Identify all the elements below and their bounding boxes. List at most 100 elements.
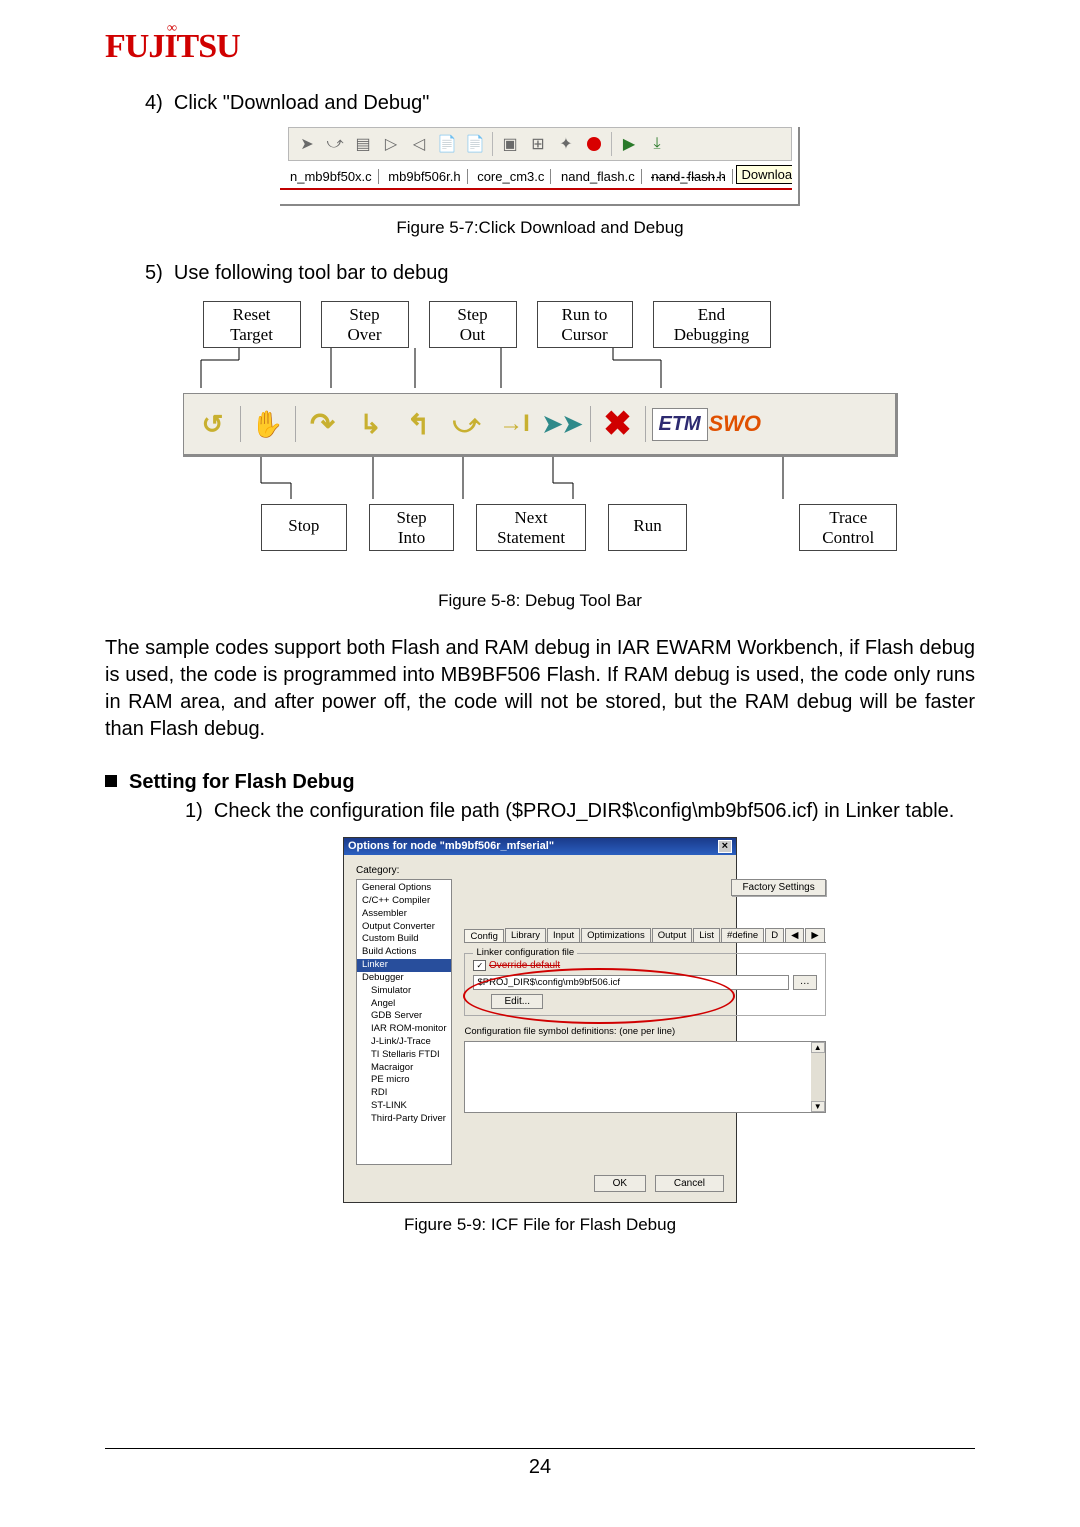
connector-lines-bottom bbox=[183, 457, 898, 499]
tooltip-download-debug: Download and Debug bbox=[736, 165, 792, 184]
scrollbar[interactable]: ▲▼ bbox=[811, 1042, 825, 1112]
step-out-icon[interactable]: ↰ bbox=[398, 403, 440, 445]
browse-button[interactable]: … bbox=[793, 975, 817, 990]
figure-5-7-caption: Figure 5-7:Click Download and Debug bbox=[105, 218, 975, 238]
tool-icon[interactable]: ✦ bbox=[552, 130, 580, 158]
etm-button[interactable]: ETM bbox=[652, 408, 708, 441]
grid-icon[interactable]: ⊞ bbox=[524, 130, 552, 158]
list-item[interactable]: PE micro bbox=[357, 1074, 451, 1087]
list-item[interactable]: C/C++ Compiler bbox=[357, 895, 451, 908]
config-path-input[interactable] bbox=[473, 975, 788, 990]
tab-scroll-right-icon[interactable]: ▶ bbox=[805, 928, 824, 942]
download-debug-icon[interactable]: ▶ bbox=[615, 130, 643, 158]
page-down-icon[interactable]: 📄 bbox=[461, 130, 489, 158]
label-run-to-cursor: Run toCursor bbox=[537, 301, 633, 348]
tab-output[interactable]: Output bbox=[652, 928, 693, 942]
label-run: Run bbox=[608, 504, 687, 551]
list-item[interactable]: Macraigor bbox=[357, 1062, 451, 1075]
list-item[interactable]: RDI bbox=[357, 1087, 451, 1100]
list-item[interactable]: Custom Build bbox=[357, 933, 451, 946]
ide-toolbar: ➤ ⤻ ▤ ▷ ◁ 📄 📄 ▣ ⊞ ✦ ▶ ⤓ bbox=[288, 127, 792, 161]
ok-button[interactable]: OK bbox=[594, 1175, 646, 1192]
label-step-over: StepOver bbox=[321, 301, 409, 348]
list-icon[interactable]: ▤ bbox=[349, 130, 377, 158]
end-debug-icon[interactable]: ✖ bbox=[597, 403, 639, 445]
label-trace-control: TraceControl bbox=[799, 504, 897, 551]
list-item[interactable]: Output Converter bbox=[357, 921, 451, 934]
group-legend: Linker configuration file bbox=[473, 947, 577, 958]
list-item[interactable]: General Options bbox=[357, 882, 451, 895]
list-item[interactable]: ST-LINK bbox=[357, 1100, 451, 1113]
bookmark-prev-icon[interactable]: ◁ bbox=[405, 130, 433, 158]
symdefs-label: Configuration file symbol definitions: (… bbox=[464, 1026, 825, 1037]
tab-config[interactable]: Config bbox=[464, 929, 503, 943]
label-stop: Stop bbox=[261, 504, 348, 551]
tab-library[interactable]: Library bbox=[505, 928, 546, 942]
label-step-into: StepInto bbox=[369, 504, 454, 551]
step-5: 5) Use following tool bar to debug bbox=[145, 262, 975, 285]
footer-rule bbox=[105, 1448, 975, 1449]
fujitsu-logo: FUJITSU∞ bbox=[105, 30, 975, 64]
factory-settings-button[interactable]: Factory Settings bbox=[731, 879, 825, 896]
step-into-icon[interactable]: ↳ bbox=[350, 403, 392, 445]
step-4: 4) Click "Download and Debug" bbox=[145, 92, 975, 115]
tab-input[interactable]: Input bbox=[547, 928, 580, 942]
list-item[interactable]: TI Stellaris FTDI bbox=[357, 1049, 451, 1062]
dialog-titlebar: Options for node "mb9bf506r_mfserial" × bbox=[344, 838, 736, 855]
category-list[interactable]: General Options C/C++ Compiler Assembler… bbox=[356, 879, 452, 1165]
override-default-checkbox[interactable]: ✓ Override default bbox=[473, 960, 816, 971]
tab-list[interactable]: List bbox=[693, 928, 720, 942]
label-reset-target: ResetTarget bbox=[203, 301, 301, 348]
list-item-selected[interactable]: Linker bbox=[357, 959, 451, 972]
tab-more[interactable]: D bbox=[765, 928, 784, 942]
tab-define[interactable]: #define bbox=[721, 928, 764, 942]
swo-button[interactable]: SWO bbox=[714, 403, 756, 445]
page-number: 24 bbox=[0, 1456, 1080, 1479]
label-next-statement: NextStatement bbox=[476, 504, 586, 551]
edit-button[interactable]: Edit... bbox=[491, 994, 543, 1009]
list-item[interactable]: J-Link/J-Trace bbox=[357, 1036, 451, 1049]
option-tabs: Config Library Input Optimizations Outpu… bbox=[464, 928, 825, 943]
tab-optimizations[interactable]: Optimizations bbox=[581, 928, 651, 942]
list-item[interactable]: Third-Party Driver bbox=[357, 1113, 451, 1126]
page-up-icon[interactable]: 📄 bbox=[433, 130, 461, 158]
run-to-cursor-icon[interactable]: →I bbox=[494, 403, 536, 445]
tab-file[interactable]: n_mb9bf50x.c bbox=[284, 169, 379, 184]
tab-file[interactable]: core_cm3.c bbox=[471, 169, 551, 184]
close-icon[interactable]: × bbox=[718, 840, 732, 853]
step-over-icon[interactable]: ↷ bbox=[302, 403, 344, 445]
heading-flash-debug: Setting for Flash Debug bbox=[105, 771, 975, 794]
symdefs-textarea[interactable]: ▲▼ bbox=[464, 1041, 825, 1113]
tab-file[interactable]: nand_flash.h bbox=[645, 169, 732, 184]
square-bullet-icon bbox=[105, 775, 117, 787]
list-item[interactable]: GDB Server bbox=[357, 1010, 451, 1023]
tab-file[interactable]: mb9bf506r.h bbox=[382, 169, 467, 184]
figure-5-9-caption: Figure 5-9: ICF File for Flash Debug bbox=[105, 1215, 975, 1235]
tab-scroll-left-icon[interactable]: ◀ bbox=[785, 928, 804, 942]
figure-5-9-options-dialog: Options for node "mb9bf506r_mfserial" × … bbox=[343, 837, 737, 1203]
figure-5-8-caption: Figure 5-8: Debug Tool Bar bbox=[105, 591, 975, 611]
tab-file[interactable]: nand_flash.c bbox=[555, 169, 642, 184]
body-paragraph: The sample codes support both Flash and … bbox=[105, 635, 975, 743]
figure-5-8: ResetTarget StepOver StepOut Run toCurso… bbox=[183, 301, 898, 551]
next-statement-icon[interactable]: ⤻ bbox=[446, 403, 488, 445]
pointer-icon[interactable]: ➤ bbox=[293, 130, 321, 158]
list-item[interactable]: IAR ROM-monitor bbox=[357, 1023, 451, 1036]
cancel-button[interactable]: Cancel bbox=[655, 1175, 724, 1192]
window-icon[interactable]: ▣ bbox=[496, 130, 524, 158]
list-item[interactable]: Assembler bbox=[357, 908, 451, 921]
stop-icon[interactable]: ✋ bbox=[247, 403, 289, 445]
reset-icon[interactable]: ↺ bbox=[192, 403, 234, 445]
step-icon[interactable]: ⤻ bbox=[321, 130, 349, 158]
run-icon[interactable]: ➤➤ bbox=[542, 403, 584, 445]
bookmark-next-icon[interactable]: ▷ bbox=[377, 130, 405, 158]
list-item[interactable]: Debugger bbox=[357, 972, 451, 985]
list-item[interactable]: Simulator bbox=[357, 985, 451, 998]
list-item[interactable]: Build Actions bbox=[357, 946, 451, 959]
breakpoint-icon[interactable] bbox=[580, 130, 608, 158]
substep-1: 1) Check the configuration file path ($P… bbox=[185, 800, 975, 823]
download-icon[interactable]: ⤓ bbox=[643, 130, 671, 158]
category-label: Category: bbox=[356, 865, 724, 876]
list-item[interactable]: Angel bbox=[357, 998, 451, 1011]
label-step-out: StepOut bbox=[429, 301, 517, 348]
